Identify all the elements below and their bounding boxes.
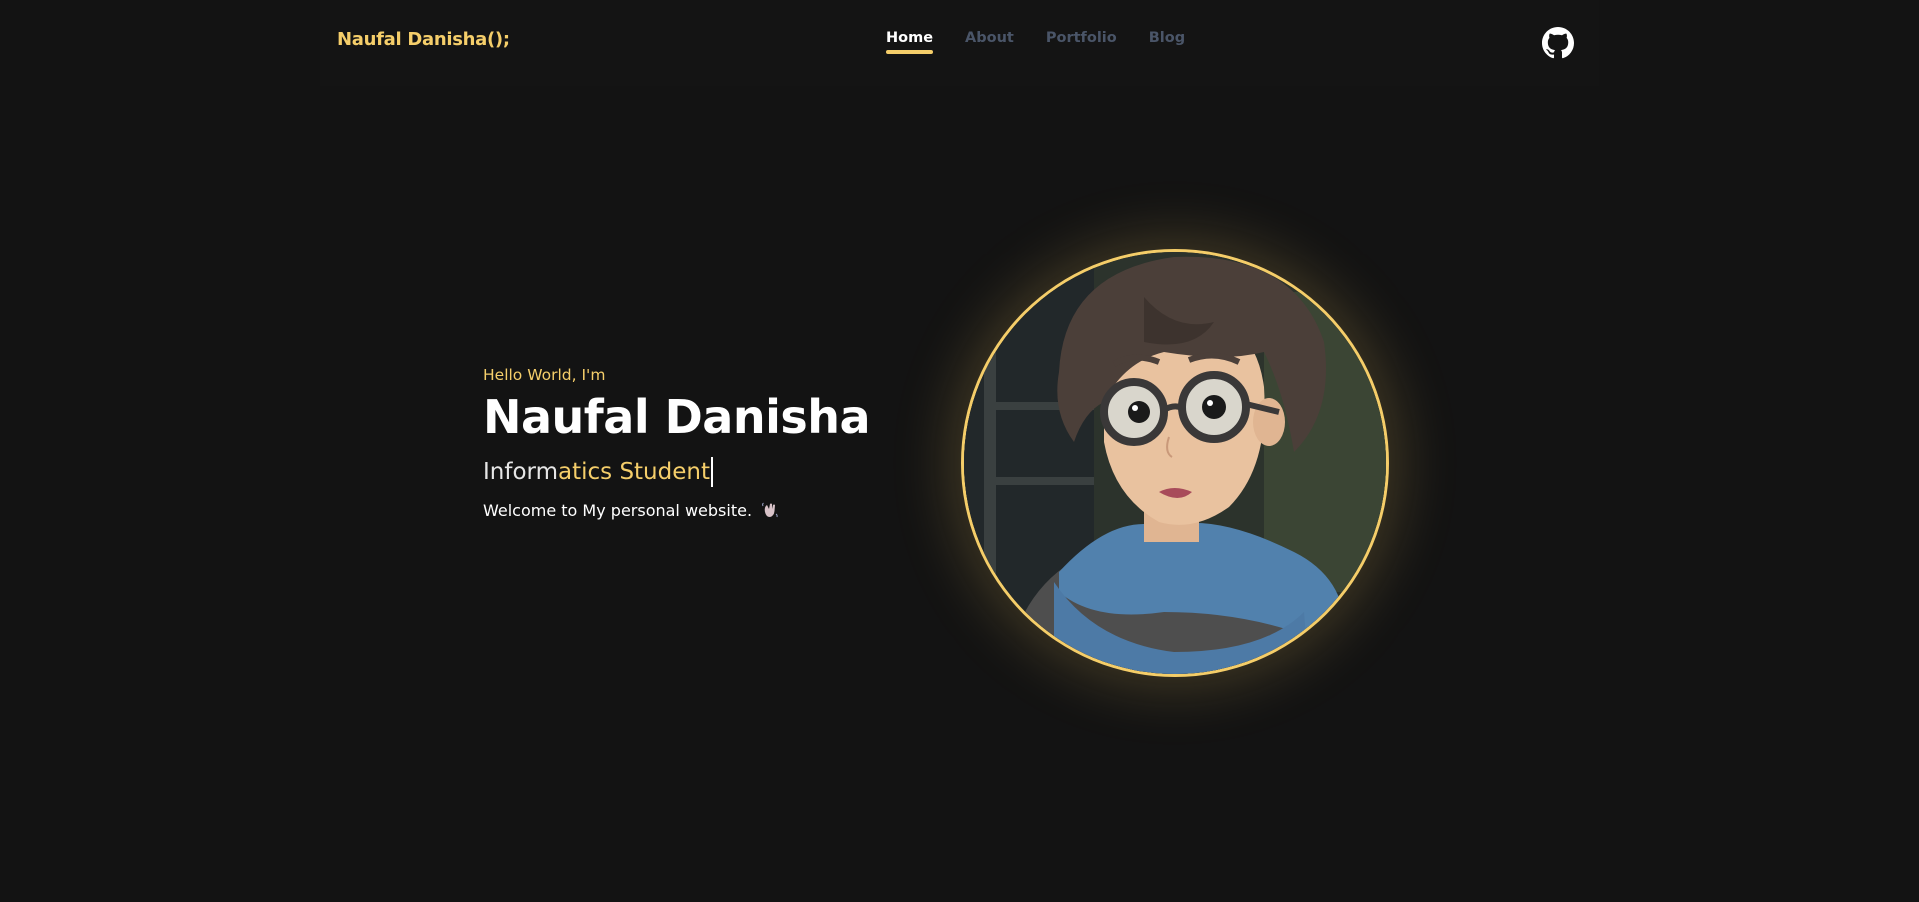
welcome-text: Welcome to My personal website. — [483, 500, 753, 520]
site-logo[interactable]: Naufal Danisha(); — [337, 29, 510, 50]
nav-about[interactable]: About — [965, 30, 1014, 46]
typing-caret — [710, 457, 713, 487]
role-typed-accent: atics Student — [558, 459, 710, 485]
waving-hand-icon — [762, 502, 778, 518]
avatar — [964, 252, 1386, 674]
role-typed-plain: Inform — [483, 459, 558, 485]
site-header: Naufal Danisha(); Home About Portfolio B… — [320, 0, 1599, 86]
nav-blog[interactable]: Blog — [1149, 30, 1185, 46]
main-nav: Home About Portfolio Blog — [886, 30, 1185, 54]
github-icon[interactable] — [1542, 27, 1574, 59]
hero-intro: Hello World, I'm Naufal Danisha Inform at… — [483, 366, 871, 520]
hero-role: Inform atics Student — [483, 450, 870, 494]
hero-welcome: Welcome to My personal website. — [483, 500, 870, 520]
hero-name: Naufal Danisha — [483, 390, 871, 444]
nav-portfolio[interactable]: Portfolio — [1046, 30, 1117, 46]
nav-home[interactable]: Home — [886, 30, 934, 54]
